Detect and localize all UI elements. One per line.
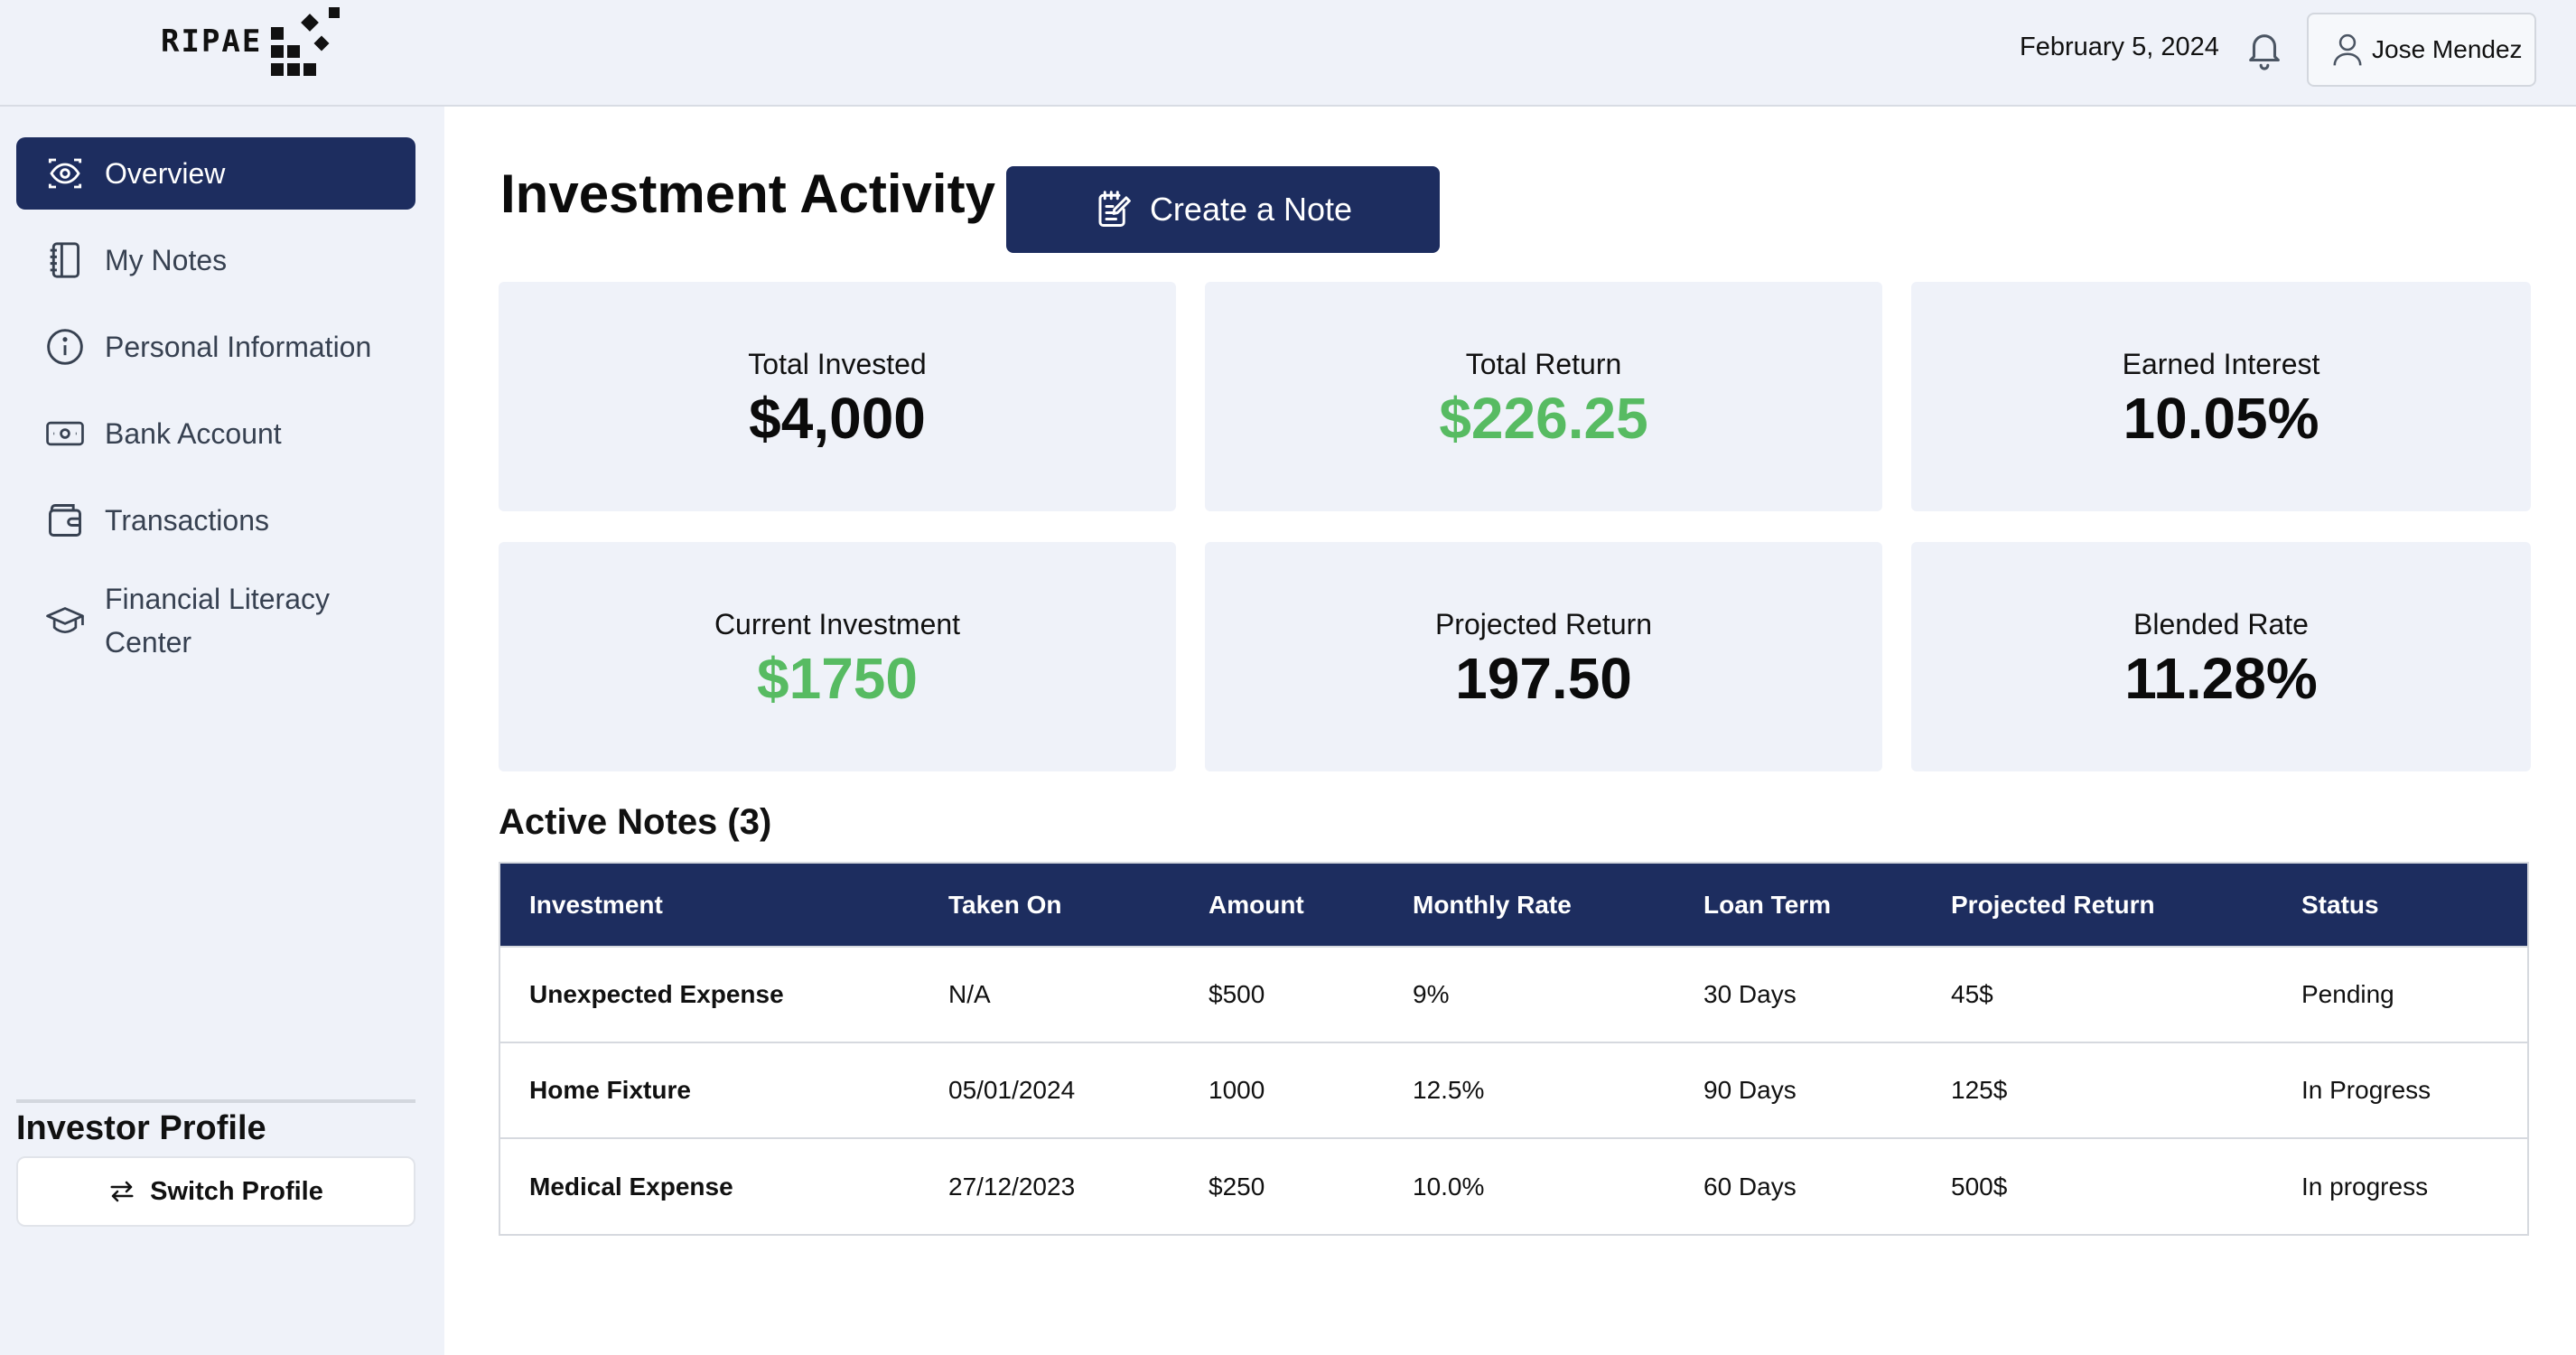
stat-card-earned-interest: Earned Interest 10.05% xyxy=(1911,282,2531,511)
stat-value: $1750 xyxy=(757,645,918,711)
cell-investment: Medical Expense xyxy=(529,1172,733,1201)
logo-text: RIPAE xyxy=(161,23,263,60)
cell-status: In progress xyxy=(2301,1172,2429,1201)
stat-label: Current Investment xyxy=(714,607,961,640)
column-header[interactable]: Monthly Rate xyxy=(1384,864,1675,947)
stat-card-total-return: Total Return $226.25 xyxy=(1205,282,1882,511)
top-bar: RIPAE February 5, 2024 Jose Mendez xyxy=(0,0,2576,107)
logo-mark-icon xyxy=(271,7,340,76)
table-row[interactable]: Home Fixture 05/01/2024 1000 12.5% 90 Da… xyxy=(500,1042,2527,1138)
cell-taken-on: 05/01/2024 xyxy=(948,1076,1076,1104)
sidebar-item-label: Overview xyxy=(105,157,226,190)
cell-amount: $500 xyxy=(1209,980,1265,1008)
switch-profile-button[interactable]: Switch Profile xyxy=(16,1156,415,1227)
create-note-label: Create a Note xyxy=(1149,191,1353,228)
sidebar-item-financial-literacy-center[interactable]: Financial Literacy Center xyxy=(16,571,415,670)
switch-profile-label: Switch Profile xyxy=(150,1176,323,1206)
wallet-icon xyxy=(45,500,85,540)
cell-projected-return: 125$ xyxy=(1951,1076,2008,1104)
active-notes-title: Active Notes (3) xyxy=(499,802,772,842)
stat-label: Earned Interest xyxy=(2122,347,2320,380)
cell-loan-term: 90 Days xyxy=(1703,1076,1797,1104)
cell-investment: Home Fixture xyxy=(529,1076,691,1104)
active-notes-table: Investment Taken On Amount Monthly Rate … xyxy=(499,862,2529,1236)
sidebar-divider xyxy=(16,1099,415,1103)
stat-card-projected-return: Projected Return 197.50 xyxy=(1205,542,1882,771)
create-note-button[interactable]: Create a Note xyxy=(1006,166,1440,253)
info-circle-icon xyxy=(45,327,85,367)
column-header[interactable]: Loan Term xyxy=(1675,864,1922,947)
header-date: February 5, 2024 xyxy=(2020,33,2219,61)
cell-amount: $250 xyxy=(1209,1172,1265,1201)
stat-value: 10.05% xyxy=(2123,385,2319,451)
column-header[interactable]: Investment xyxy=(500,864,919,947)
cell-status: In Progress xyxy=(2301,1076,2431,1104)
stat-value: 11.28% xyxy=(2124,645,2318,711)
page-title: Investment Activity xyxy=(500,164,995,224)
sidebar-item-label: My Notes xyxy=(105,244,228,276)
table-row[interactable]: Unexpected Expense N/A $500 9% 30 Days 4… xyxy=(500,947,2527,1042)
table-row[interactable]: Medical Expense 27/12/2023 $250 10.0% 60… xyxy=(500,1138,2527,1234)
cell-loan-term: 60 Days xyxy=(1703,1172,1797,1201)
cash-icon xyxy=(45,414,85,453)
sidebar-item-label: Financial Literacy Center xyxy=(105,583,330,659)
column-header[interactable]: Status xyxy=(2273,864,2527,947)
stat-card-current-investment: Current Investment $1750 xyxy=(499,542,1176,771)
cell-monthly-rate: 12.5% xyxy=(1413,1076,1485,1104)
table-header-row: Investment Taken On Amount Monthly Rate … xyxy=(500,864,2527,947)
cell-taken-on: 27/12/2023 xyxy=(948,1172,1076,1201)
cell-status: Pending xyxy=(2301,980,2394,1008)
stat-value: $4,000 xyxy=(749,385,926,451)
stat-label: Total Return xyxy=(1465,347,1622,380)
stat-label: Blended Rate xyxy=(2133,607,2309,640)
stat-card-blended-rate: Blended Rate 11.28% xyxy=(1911,542,2531,771)
stat-card-total-invested: Total Invested $4,000 xyxy=(499,282,1176,511)
column-header[interactable]: Taken On xyxy=(919,864,1180,947)
sidebar-item-my-notes[interactable]: My Notes xyxy=(16,224,415,296)
cell-projected-return: 500$ xyxy=(1951,1172,2008,1201)
investor-profile-title: Investor Profile xyxy=(16,1109,266,1147)
cell-investment: Unexpected Expense xyxy=(529,980,784,1008)
column-header[interactable]: Amount xyxy=(1180,864,1384,947)
user-icon xyxy=(2333,33,2362,66)
stat-label: Total Invested xyxy=(748,347,927,380)
cell-monthly-rate: 9% xyxy=(1413,980,1450,1008)
swap-arrows-icon xyxy=(110,1181,134,1202)
eye-icon xyxy=(45,154,85,193)
sidebar-item-bank-account[interactable]: Bank Account xyxy=(16,397,415,470)
sidebar-item-overview[interactable]: Overview xyxy=(16,137,415,210)
user-name: Jose Mendez xyxy=(2372,35,2523,63)
graduation-cap-icon xyxy=(45,601,85,640)
sidebar-item-label: Bank Account xyxy=(105,417,282,450)
cell-taken-on: N/A xyxy=(948,980,991,1008)
note-edit-icon xyxy=(1098,191,1131,227)
sidebar-item-label: Transactions xyxy=(105,504,269,537)
sidebar-item-transactions[interactable]: Transactions xyxy=(16,484,415,556)
cell-projected-return: 45$ xyxy=(1951,980,1993,1008)
stat-value: $226.25 xyxy=(1439,385,1648,451)
column-header[interactable]: Projected Return xyxy=(1922,864,2273,947)
notebook-icon xyxy=(45,240,85,280)
stat-value: 197.50 xyxy=(1455,645,1632,711)
cell-loan-term: 30 Days xyxy=(1703,980,1797,1008)
sidebar-item-label: Personal Information xyxy=(105,331,372,363)
cell-monthly-rate: 10.0% xyxy=(1413,1172,1485,1201)
bell-icon[interactable] xyxy=(2244,27,2285,72)
sidebar-item-personal-information[interactable]: Personal Information xyxy=(16,311,415,383)
user-menu-button[interactable]: Jose Mendez xyxy=(2307,13,2536,87)
cell-amount: 1000 xyxy=(1209,1076,1265,1104)
stat-label: Projected Return xyxy=(1434,607,1653,640)
